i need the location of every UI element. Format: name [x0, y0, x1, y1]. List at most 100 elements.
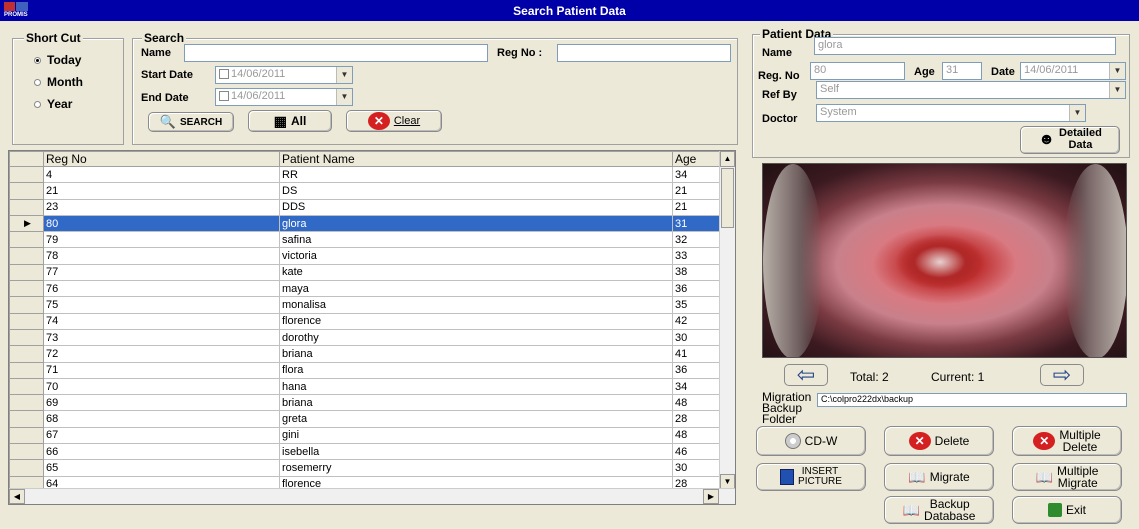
row-indicator[interactable] — [9, 182, 44, 200]
refby-dropdown-icon[interactable]: ▼ — [1109, 82, 1125, 98]
scroll-left-icon[interactable]: ◀ — [9, 489, 25, 504]
table-row[interactable]: 69 briana 48 — [9, 394, 730, 412]
table-row[interactable]: 77 kate 38 — [9, 263, 730, 282]
row-indicator[interactable] — [9, 394, 44, 412]
row-indicator[interactable] — [9, 410, 44, 428]
table-row[interactable]: 73 dorothy 30 — [9, 328, 730, 347]
search-regno-input[interactable] — [557, 44, 731, 62]
doctor-label: Doctor — [762, 113, 798, 125]
multiple-delete-icon: ✕ — [1033, 432, 1056, 450]
doctor-dropdown-icon[interactable]: ▼ — [1069, 105, 1085, 121]
row-indicator[interactable] — [9, 361, 44, 379]
clear-button[interactable]: ✕ Clear — [346, 110, 442, 132]
row-indicator[interactable] — [9, 165, 44, 184]
multiple-migrate-button[interactable]: 📖 Multiple Migrate — [1012, 463, 1122, 491]
previous-image-button[interactable]: ⇦ — [784, 364, 828, 386]
refby-label: Ref By — [762, 89, 797, 101]
table-row[interactable]: 4 RR 34 — [9, 165, 730, 184]
patient-date-dropdown-icon[interactable]: ▼ — [1109, 63, 1125, 79]
table-row[interactable]: 74 florence 42 — [9, 312, 730, 330]
table-row[interactable]: 68 greta 28 — [9, 410, 730, 428]
table-row[interactable]: 78 victoria 33 — [9, 247, 730, 265]
patient-regno-field[interactable]: 80 — [810, 62, 905, 80]
start-date-picker[interactable]: 14/06/2011 ▼ — [215, 66, 353, 84]
end-date-dropdown-icon[interactable]: ▼ — [336, 89, 352, 105]
patient-date-field[interactable]: 14/06/2011 ▼ — [1020, 62, 1126, 80]
row-indicator[interactable] — [9, 296, 44, 314]
patient-age-field[interactable]: 31 — [942, 62, 982, 80]
row-indicator[interactable] — [9, 280, 44, 298]
grid-body: 4 RR 34 21 DS 21 23 DDS 21 ▶ 80 glora 31 79 safina 32 78… — [9, 165, 730, 493]
grid-header-row: Reg No Patient Name Age — [9, 151, 730, 167]
table-row[interactable]: 67 gini 48 — [9, 426, 730, 445]
cell-patient-name: briana — [279, 394, 673, 412]
patient-name-field[interactable]: glora — [814, 37, 1116, 55]
column-header-regno[interactable]: Reg No — [43, 151, 280, 167]
row-indicator[interactable] — [9, 443, 44, 461]
search-button[interactable]: 🔍 SEARCH — [148, 112, 234, 132]
row-indicator[interactable] — [9, 231, 44, 249]
row-indicator[interactable] — [9, 263, 44, 282]
patient-grid[interactable]: Reg No Patient Name Age 4 RR 34 21 DS 21 23 DDS… — [8, 150, 736, 505]
end-date-checkbox[interactable] — [219, 91, 229, 102]
cell-regno: 77 — [43, 263, 280, 282]
next-image-button[interactable]: ⇨ — [1040, 364, 1084, 386]
refby-select[interactable]: Self ▼ — [816, 81, 1126, 99]
delete-icon: ✕ — [908, 432, 931, 450]
row-indicator[interactable] — [9, 247, 44, 265]
title-bar: PROMIS Search Patient Data — [0, 0, 1139, 21]
table-row[interactable]: 65 rosemerry 30 — [9, 459, 730, 477]
row-indicator[interactable] — [9, 345, 44, 363]
migrate-button[interactable]: 📖 Migrate — [884, 463, 994, 491]
doctor-select[interactable]: System ▼ — [816, 104, 1086, 122]
detailed-data-button[interactable]: ☻ Detailed Data — [1020, 126, 1120, 154]
insert-picture-button[interactable]: INSERT PICTURE — [756, 463, 866, 491]
scroll-right-icon[interactable]: ▶ — [703, 489, 719, 504]
table-row[interactable]: 79 safina 32 — [9, 231, 730, 249]
window-title: Search Patient Data — [513, 4, 626, 18]
row-indicator[interactable] — [9, 426, 44, 445]
grid-horizontal-scrollbar[interactable]: ◀ ▶ — [9, 488, 735, 504]
column-header-name[interactable]: Patient Name — [279, 151, 673, 167]
radio-today[interactable]: Today — [34, 53, 81, 67]
end-date-picker[interactable]: 14/06/2011 ▼ — [215, 88, 353, 106]
row-indicator[interactable] — [9, 459, 44, 477]
table-row[interactable]: 71 flora 36 — [9, 361, 730, 379]
scroll-up-icon[interactable]: ▲ — [720, 151, 735, 167]
scroll-thumb[interactable] — [721, 168, 734, 228]
radio-month[interactable]: Month — [34, 75, 83, 89]
cell-regno: 4 — [43, 165, 280, 184]
start-date-dropdown-icon[interactable]: ▼ — [336, 67, 352, 83]
table-row[interactable]: 21 DS 21 — [9, 182, 730, 200]
patient-date-label: Date — [991, 66, 1015, 78]
migration-path-input[interactable]: C:\colpro222dx\backup — [817, 393, 1127, 407]
table-row[interactable]: 23 DDS 21 — [9, 198, 730, 216]
search-name-input[interactable] — [184, 44, 488, 62]
table-row[interactable]: 76 maya 36 — [9, 280, 730, 298]
row-indicator[interactable] — [9, 328, 44, 347]
row-indicator[interactable] — [9, 198, 44, 216]
table-row[interactable]: 75 monalisa 35 — [9, 296, 730, 314]
cell-regno: 69 — [43, 394, 280, 412]
table-row[interactable]: ▶ 80 glora 31 — [9, 214, 730, 233]
row-indicator[interactable] — [9, 312, 44, 330]
radio-year[interactable]: Year — [34, 97, 72, 111]
row-indicator[interactable]: ▶ — [9, 214, 44, 233]
exit-icon — [1047, 503, 1062, 517]
backup-database-button[interactable]: 📖 Backup Database — [884, 496, 994, 524]
all-button[interactable]: ▦ All — [248, 110, 332, 132]
cell-regno: 70 — [43, 377, 280, 396]
multiple-delete-button[interactable]: ✕ Multiple Delete — [1012, 426, 1122, 456]
table-row[interactable]: 66 isebella 46 — [9, 443, 730, 461]
row-indicator[interactable] — [9, 377, 44, 396]
exit-button[interactable]: Exit — [1012, 496, 1122, 524]
table-row[interactable]: 70 hana 34 — [9, 377, 730, 396]
grid-header-indicator — [9, 151, 44, 167]
table-row[interactable]: 72 briana 41 — [9, 345, 730, 363]
delete-button[interactable]: ✕ Delete — [884, 426, 994, 456]
grid-vertical-scrollbar[interactable]: ▲ ▼ — [719, 151, 735, 490]
search-group-label: Search — [142, 31, 187, 45]
backup-book-icon: 📖 — [902, 501, 921, 518]
start-date-checkbox[interactable] — [219, 69, 229, 80]
cd-write-button[interactable]: CD-W — [756, 426, 866, 456]
